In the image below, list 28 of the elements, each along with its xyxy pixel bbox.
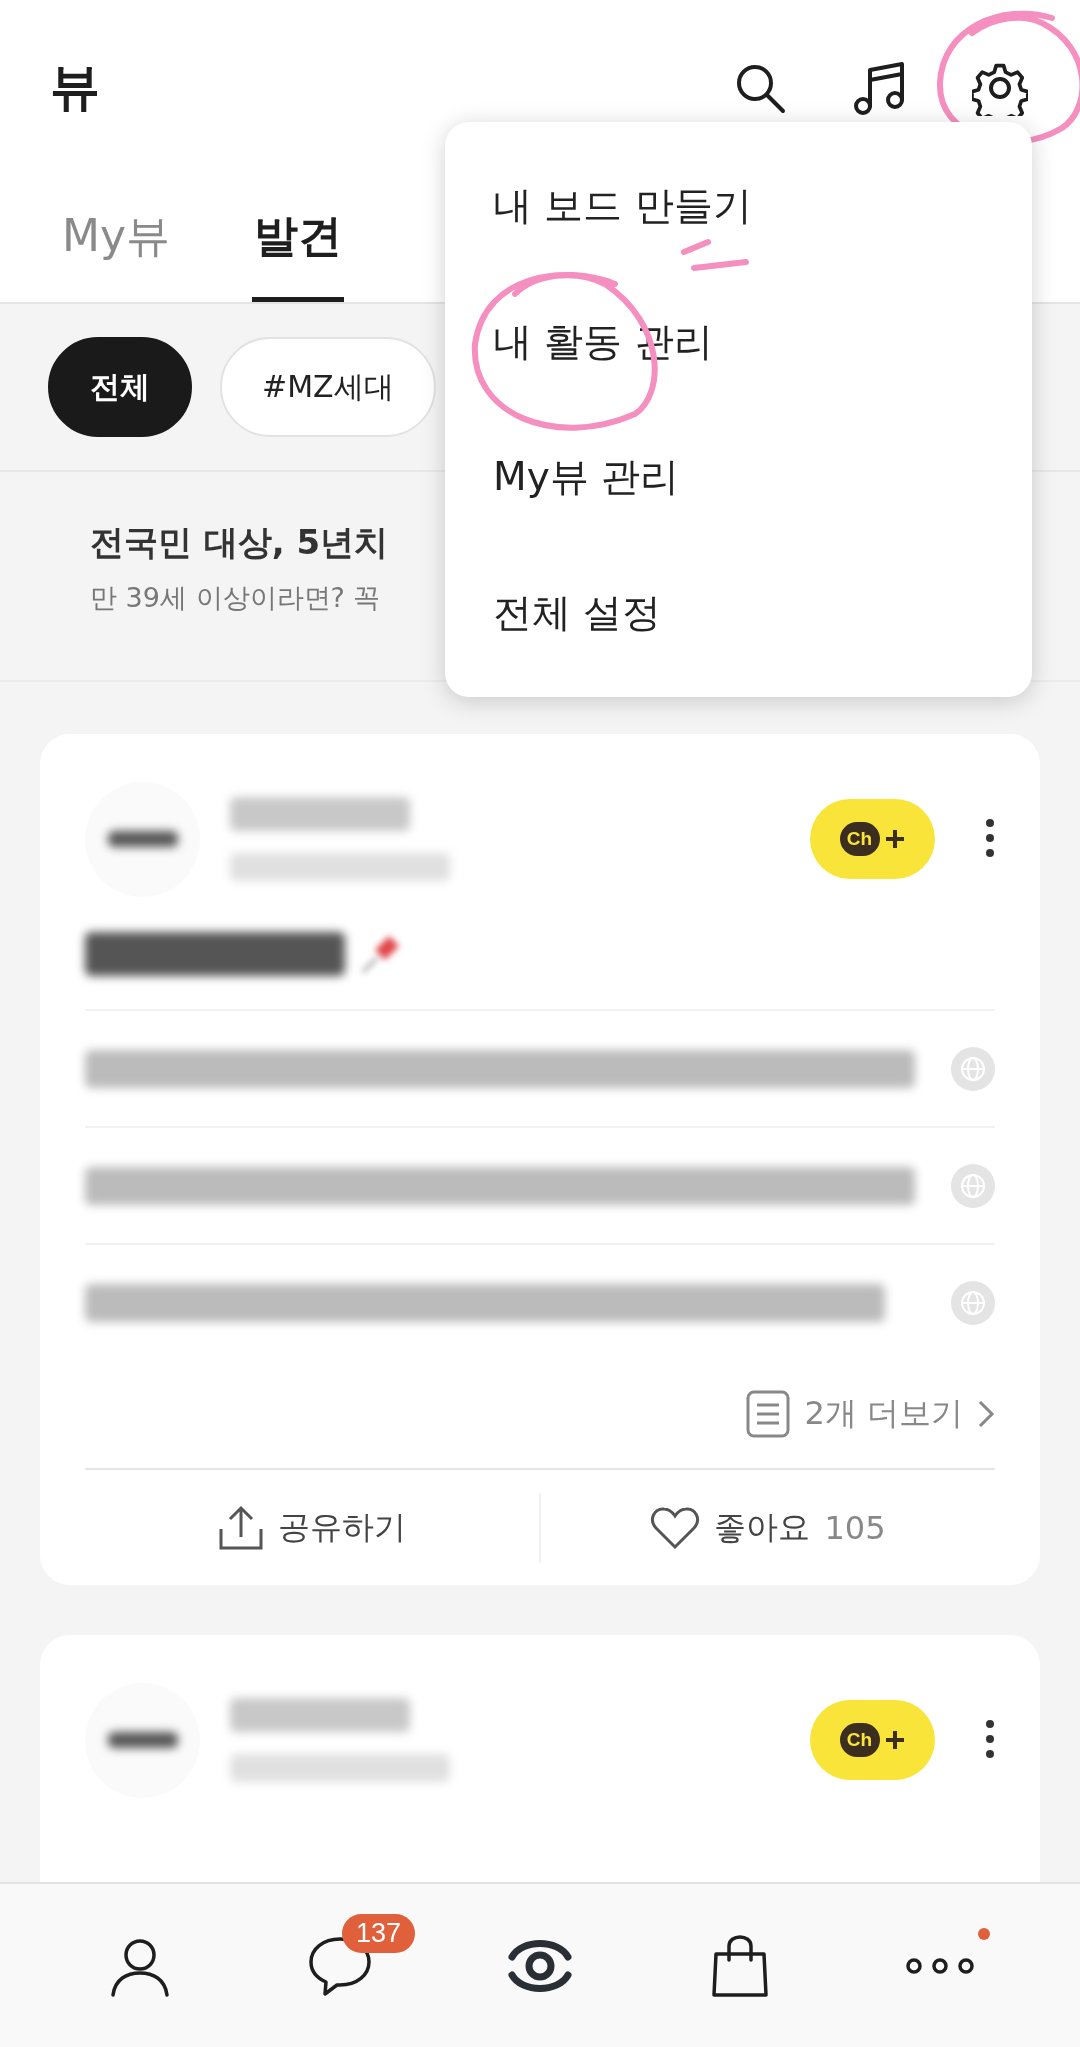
- globe-icon: [951, 1046, 995, 1091]
- topic-chip[interactable]: 전체: [48, 337, 192, 437]
- channel-add-button[interactable]: Ch: [810, 799, 935, 879]
- topic-chip[interactable]: #MZ세대: [220, 337, 436, 437]
- plus-icon: [883, 828, 906, 850]
- more-link[interactable]: 2개 더보기: [746, 1360, 995, 1468]
- music-note-icon: [853, 59, 907, 116]
- banner-title: 전국민 대상, 5년치: [90, 521, 390, 564]
- plus-icon: [883, 1729, 906, 1751]
- list-icon: [746, 1390, 791, 1438]
- shopping-bag-icon: [710, 1933, 770, 1998]
- menu-item[interactable]: 전체 설정: [445, 545, 1032, 681]
- globe-icon: [951, 1280, 995, 1325]
- channel-add-button[interactable]: Ch: [810, 1700, 935, 1780]
- menu-item[interactable]: My뷰 관리: [445, 409, 1032, 546]
- chevron-right-icon: [977, 1399, 995, 1429]
- unread-badge: 137: [342, 1913, 416, 1953]
- page-title: 뷰: [50, 57, 101, 118]
- nav-tab[interactable]: 137: [260, 1905, 420, 2026]
- menu-item[interactable]: 내 보드 만들기: [445, 138, 1032, 274]
- heart-icon: [650, 1505, 701, 1550]
- globe-icon: [951, 1163, 995, 1208]
- like-button[interactable]: 좋아요 105: [541, 1470, 995, 1585]
- more-icon: [904, 1955, 976, 1976]
- share-button[interactable]: 공유하기: [85, 1470, 539, 1585]
- banner-subtitle: 만 39세 이상이라면? 꼭: [90, 581, 381, 615]
- share-icon: [218, 1504, 264, 1551]
- tab[interactable]: 발견: [252, 175, 344, 302]
